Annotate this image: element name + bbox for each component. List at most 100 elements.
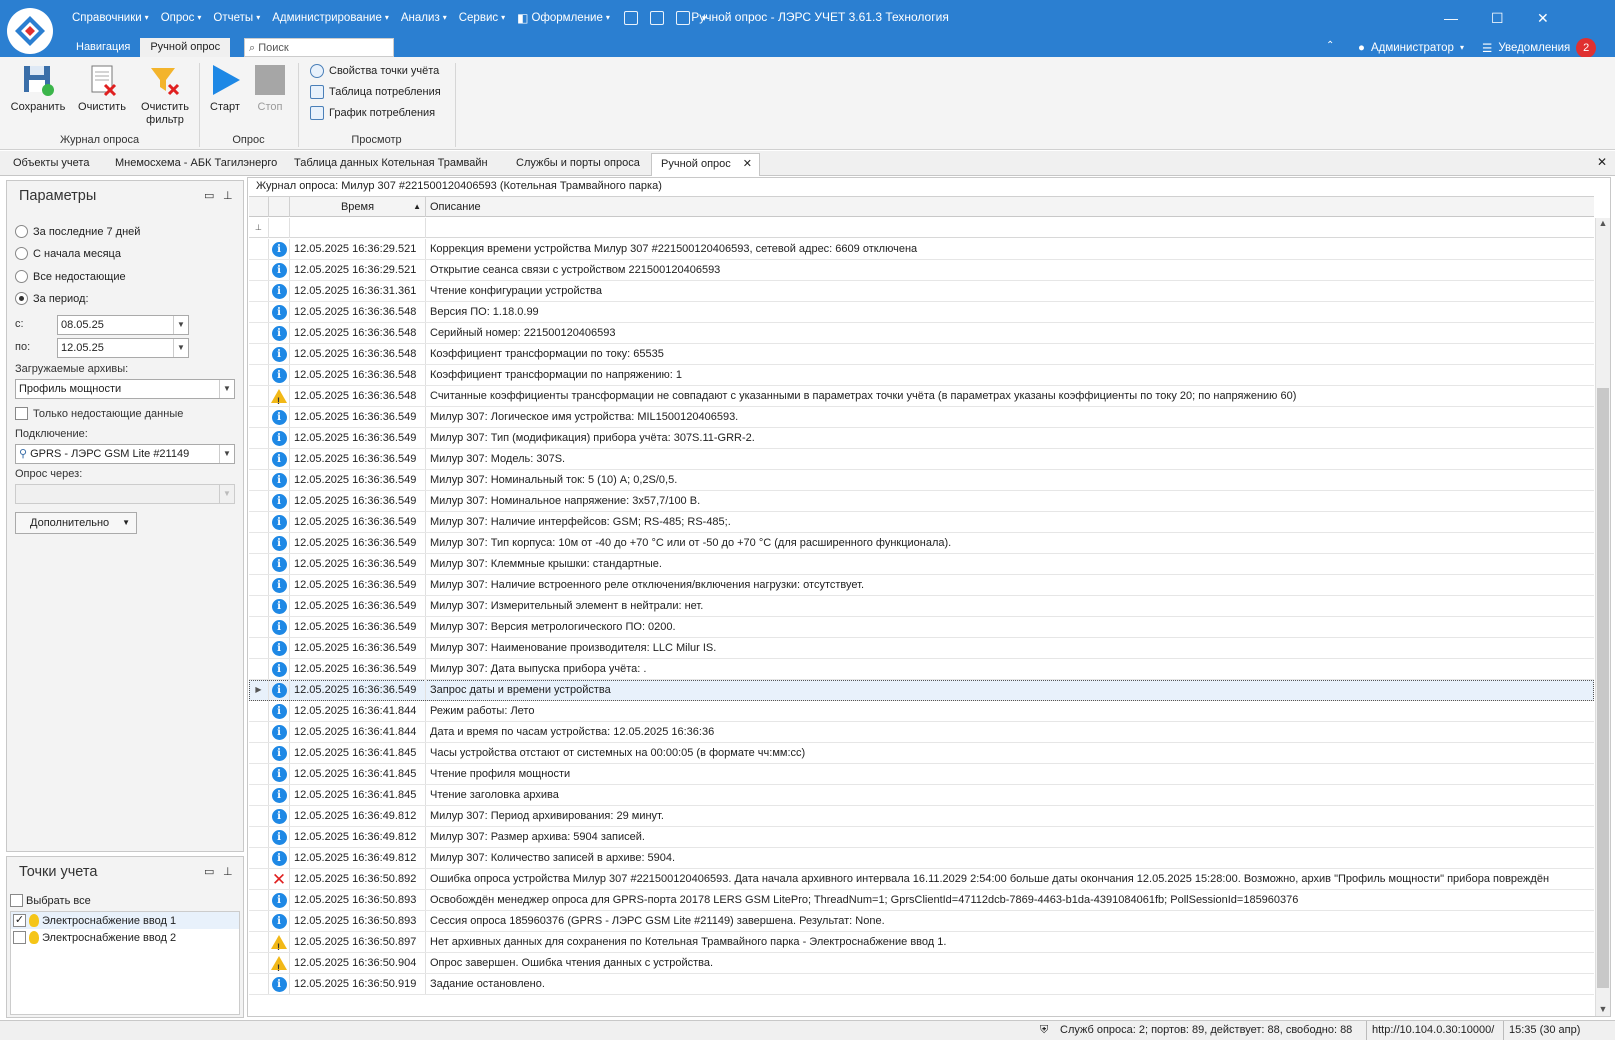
pin-icon[interactable]: ⊥ xyxy=(223,189,233,202)
table-row[interactable]: i 12.05.2025 16:36:36.548 Коэффициент тран… xyxy=(249,344,1594,365)
tab-objects[interactable]: Объекты учета xyxy=(4,153,98,176)
dropdown-icon[interactable]: ▼ xyxy=(219,445,234,463)
dropdown-icon[interactable]: ▼ xyxy=(219,380,234,398)
minimize-panel-icon[interactable]: ▭ xyxy=(204,865,214,878)
row-description: Милур 307: Модель: 307S. xyxy=(430,453,566,465)
table-row[interactable]: ✕ 12.05.2025 16:36:50.892 Ошибка опроса ус… xyxy=(249,869,1594,890)
tab-mnemonic[interactable]: Мнемосхема - АБК Тагилэнерго xyxy=(106,153,286,176)
only-missing-checkbox[interactable]: Только недостающие данные xyxy=(15,407,183,420)
maximize-icon[interactable]: ☐ xyxy=(1491,10,1504,26)
start-button[interactable]: Старт xyxy=(203,63,247,114)
col-desc-header[interactable]: Описание xyxy=(426,197,1594,217)
tab-manual-poll[interactable]: Ручной опрос xyxy=(140,38,231,57)
connection-select[interactable]: ⚲ GPRS - ЛЭРС GSM Lite #21149 ▼ xyxy=(15,444,235,464)
table-row[interactable]: i 12.05.2025 16:36:36.549 Милур 307: Налич… xyxy=(249,512,1594,533)
vertical-scrollbar[interactable]: ▲ ▼ xyxy=(1595,218,1610,1016)
tab-navigation[interactable]: Навигация xyxy=(66,38,140,57)
advanced-button[interactable]: Дополнительно ▼ xyxy=(15,512,137,534)
tree-item[interactable]: Электроснабжение ввод 2 xyxy=(11,929,239,946)
table-row[interactable]: i 12.05.2025 16:36:50.919 Задание остановл… xyxy=(249,974,1594,995)
close-all-icon[interactable]: ✕ xyxy=(1597,155,1607,169)
table-row[interactable]: i 12.05.2025 16:36:41.845 Часы устройства … xyxy=(249,743,1594,764)
close-window-icon[interactable]: ✕ xyxy=(1537,10,1549,26)
table-row[interactable]: i 12.05.2025 16:36:36.549 Милур 307: Номин… xyxy=(249,470,1594,491)
menu-reports[interactable]: Отчеты ▾ xyxy=(207,9,266,27)
tab-data-table[interactable]: Таблица данных Котельная Трамвайн xyxy=(285,153,501,176)
table-row[interactable]: i 12.05.2025 16:36:41.845 Чтение заголовка… xyxy=(249,785,1594,806)
table-row[interactable]: ! 12.05.2025 16:36:36.548 Считанные коэффи… xyxy=(249,386,1594,407)
menu-directories[interactable]: Справочники ▾ xyxy=(66,9,155,27)
dropdown-icon[interactable]: ▼ xyxy=(173,316,188,334)
table-row[interactable]: i 12.05.2025 16:36:36.548 Версия ПО: 1.18.… xyxy=(249,302,1594,323)
table-row[interactable]: ! 12.05.2025 16:36:50.897 Нет архивных дан… xyxy=(249,932,1594,953)
radio-period[interactable]: За период: xyxy=(15,292,89,305)
archives-select[interactable]: Профиль мощности ▼ xyxy=(15,379,235,399)
menu-service[interactable]: Сервис ▾ xyxy=(453,9,511,27)
table-row[interactable]: i 12.05.2025 16:36:36.549 Милур 307: Измер… xyxy=(249,596,1594,617)
table-row[interactable]: i 12.05.2025 16:36:36.548 Серийный номер: … xyxy=(249,323,1594,344)
table-row[interactable]: i 12.05.2025 16:36:41.844 Режим работы: Ле… xyxy=(249,701,1594,722)
table-row[interactable]: i 12.05.2025 16:36:36.549 Милур 307: Тип (… xyxy=(249,428,1594,449)
table-row[interactable]: i 12.05.2025 16:36:31.361 Чтение конфигура… xyxy=(249,281,1594,302)
collapse-ribbon-icon[interactable]: ⌃ xyxy=(1326,40,1334,51)
consumption-chart-button[interactable]: График потребления xyxy=(310,106,435,120)
tree-item[interactable]: ✓ Электроснабжение ввод 1 xyxy=(11,912,239,929)
user-menu[interactable]: ● Администратор ▾ xyxy=(1358,38,1464,57)
menu-poll[interactable]: Опрос ▾ xyxy=(155,9,208,27)
radio-all-missing[interactable]: Все недостающие xyxy=(15,270,126,283)
col-time-header[interactable]: Время ▲ xyxy=(290,197,426,217)
table-row[interactable]: i 12.05.2025 16:36:36.549 Милур 307: Логич… xyxy=(249,407,1594,428)
to-date-input[interactable]: 12.05.25 ▼ xyxy=(57,338,189,358)
save-button[interactable]: Сохранить xyxy=(10,63,66,114)
menu-admin[interactable]: Администрирование ▾ xyxy=(266,9,395,27)
table-row[interactable]: i 12.05.2025 16:36:36.549 Милур 307: Номин… xyxy=(249,491,1594,512)
minimize-panel-icon[interactable]: ▭ xyxy=(204,189,214,202)
group-poll-label: Опрос xyxy=(232,134,265,146)
close-tab-icon[interactable]: ✕ xyxy=(743,154,752,175)
filter-row[interactable]: ⊥ xyxy=(249,218,1594,238)
table-row[interactable]: i 12.05.2025 16:36:36.549 Милур 307: Наиме… xyxy=(249,638,1594,659)
tab-manual-poll-doc[interactable]: Ручной опрос ✕ xyxy=(651,153,760,176)
table-row[interactable]: i 12.05.2025 16:36:50.893 Сессия опроса 18… xyxy=(249,911,1594,932)
search-input[interactable]: ⌕ Поиск xyxy=(244,38,394,57)
table-row[interactable]: i 12.05.2025 16:36:49.812 Милур 307: Перио… xyxy=(249,806,1594,827)
item-checkbox[interactable]: ✓ xyxy=(13,914,26,927)
menu-appearance[interactable]: ◧ Оформление ▾ xyxy=(511,9,616,27)
scroll-down-icon[interactable]: ▼ xyxy=(1596,1004,1610,1014)
from-date-input[interactable]: 08.05.25 ▼ xyxy=(57,315,189,335)
table-row[interactable]: i 12.05.2025 16:36:36.549 Милур 307: Тип к… xyxy=(249,533,1594,554)
table-row[interactable]: i 12.05.2025 16:36:36.549 Милур 307: Клемм… xyxy=(249,554,1594,575)
dropdown-icon[interactable]: ▼ xyxy=(173,339,188,357)
pin-icon[interactable]: ⊥ xyxy=(223,865,233,878)
minimize-icon[interactable]: — xyxy=(1444,10,1458,26)
clear-button[interactable]: Очистить xyxy=(74,63,130,114)
table-row[interactable]: i 12.05.2025 16:36:36.549 Милур 307: Дата … xyxy=(249,659,1594,680)
table-row[interactable]: i 12.05.2025 16:36:41.845 Чтение профиля м… xyxy=(249,764,1594,785)
item-checkbox[interactable] xyxy=(13,931,26,944)
scroll-thumb[interactable] xyxy=(1597,388,1609,988)
table-row[interactable]: i 12.05.2025 16:36:49.812 Милур 307: Колич… xyxy=(249,848,1594,869)
table-row[interactable]: i 12.05.2025 16:36:29.521 Открытие сеанса … xyxy=(249,260,1594,281)
table-row[interactable]: i 12.05.2025 16:36:50.893 Освобождён менед… xyxy=(249,890,1594,911)
app-logo[interactable] xyxy=(7,8,53,54)
table-row[interactable]: i 12.05.2025 16:36:49.812 Милур 307: Разме… xyxy=(249,827,1594,848)
stop-button[interactable]: Стоп xyxy=(248,63,292,114)
table-row[interactable]: i 12.05.2025 16:36:36.548 Коэффициент тран… xyxy=(249,365,1594,386)
table-row[interactable]: ! 12.05.2025 16:36:50.904 Опрос завершен. … xyxy=(249,953,1594,974)
menu-analysis[interactable]: Анализ ▾ xyxy=(395,9,453,27)
table-row[interactable]: ▶ i 12.05.2025 16:36:36.549 Запрос даты и в… xyxy=(249,680,1594,701)
scroll-up-icon[interactable]: ▲ xyxy=(1596,218,1610,228)
radio-last-7-days[interactable]: За последние 7 дней xyxy=(15,225,140,238)
table-row[interactable]: i 12.05.2025 16:36:29.521 Коррекция времен… xyxy=(249,239,1594,260)
select-all-checkbox[interactable]: Выбрать все xyxy=(10,894,91,907)
table-row[interactable]: i 12.05.2025 16:36:36.549 Милур 307: Верси… xyxy=(249,617,1594,638)
table-row[interactable]: i 12.05.2025 16:36:36.549 Милур 307: Модел… xyxy=(249,449,1594,470)
radio-month-start[interactable]: С начала месяца xyxy=(15,247,121,260)
meter-properties-button[interactable]: Свойства точки учёта xyxy=(310,64,439,78)
table-row[interactable]: i 12.05.2025 16:36:36.549 Милур 307: Налич… xyxy=(249,575,1594,596)
table-row[interactable]: i 12.05.2025 16:36:41.844 Дата и время по … xyxy=(249,722,1594,743)
consumption-table-button[interactable]: Таблица потребления xyxy=(310,85,441,99)
notifications-button[interactable]: ☰ Уведомления 2 xyxy=(1482,37,1597,58)
tab-services[interactable]: Службы и порты опроса xyxy=(507,153,649,176)
clear-filter-button[interactable]: Очистить фильтр xyxy=(134,63,196,127)
